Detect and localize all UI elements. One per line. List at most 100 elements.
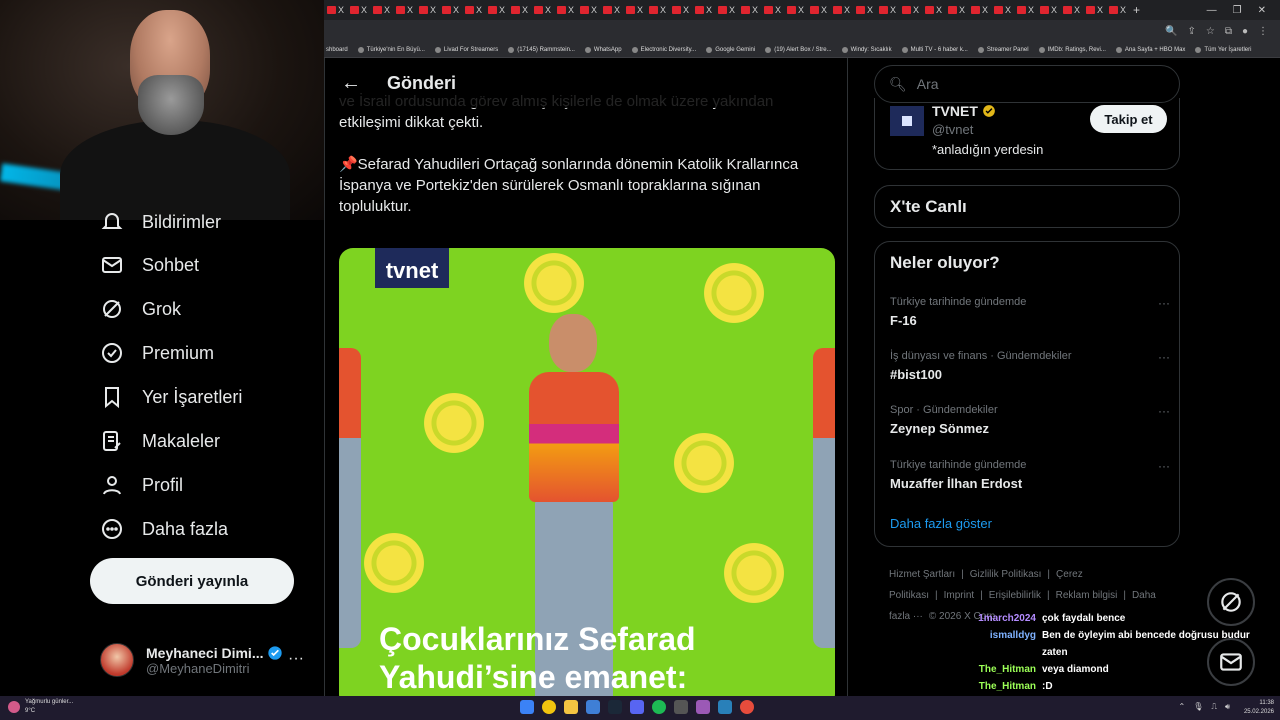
taskbar-clock[interactable]: 11:38 25.02.2026	[1244, 699, 1274, 717]
nav-item-profile[interactable]: Profil	[100, 473, 183, 497]
trend-more-icon[interactable]: ···	[1158, 459, 1170, 473]
browser-tab[interactable]: X	[623, 3, 646, 17]
bookmark-item[interactable]: Tüm Yer İşaretleri	[1195, 46, 1251, 53]
browser-tab[interactable]: X	[324, 3, 347, 17]
close-tab-icon[interactable]: X	[1005, 5, 1011, 15]
bookmark-item[interactable]: Ana Sayfa + HBO Max	[1115, 46, 1185, 53]
account-more-icon[interactable]: ···	[288, 650, 304, 668]
close-window-icon[interactable]: ✕	[1258, 5, 1266, 16]
close-tab-icon[interactable]: X	[338, 5, 344, 15]
close-tab-icon[interactable]: X	[660, 5, 666, 15]
show-more-link[interactable]: Daha fazla göster	[890, 516, 992, 531]
close-tab-icon[interactable]: X	[821, 5, 827, 15]
close-tab-icon[interactable]: X	[453, 5, 459, 15]
zoom-icon[interactable]: 🔍	[1165, 26, 1177, 37]
trend-item[interactable]: İş dünyası ve finans · Gündemdekiler #bi…	[890, 350, 1170, 382]
footer-link[interactable]: Gizlilik Politikası	[970, 569, 1042, 580]
trend-item[interactable]: Türkiye tarihinde gündemde Muzaffer İlha…	[890, 459, 1170, 491]
store-icon[interactable]	[586, 700, 600, 714]
footer-link[interactable]: Reklam bilgisi	[1056, 590, 1118, 601]
extensions-icon[interactable]: ⧉	[1225, 26, 1232, 37]
nav-item-grok[interactable]: Grok	[100, 297, 181, 321]
tvnet-avatar[interactable]	[890, 106, 924, 136]
close-tab-icon[interactable]: X	[798, 5, 804, 15]
trend-more-icon[interactable]: ···	[1158, 404, 1170, 418]
browser-tab[interactable]: X	[531, 3, 554, 17]
close-tab-icon[interactable]: X	[384, 5, 390, 15]
bookmark-item[interactable]: WhatsApp	[584, 46, 622, 53]
browser-tab[interactable]: X	[922, 3, 945, 17]
close-tab-icon[interactable]: X	[1051, 5, 1057, 15]
browser-tab[interactable]: X	[853, 3, 876, 17]
spotify-icon[interactable]	[652, 700, 666, 714]
browser-tab[interactable]: X	[554, 3, 577, 17]
close-tab-icon[interactable]: X	[683, 5, 689, 15]
nav-item-chat[interactable]: Sohbet	[100, 253, 199, 277]
browser-tab[interactable]: X	[577, 3, 600, 17]
start-icon[interactable]	[520, 700, 534, 714]
post-media-video[interactable]: tvnet Çocuklarınız Sefarad Yahudi’sine e…	[339, 248, 835, 696]
trend-item[interactable]: Spor · Gündemdekiler Zeynep Sönmez ···	[890, 404, 1170, 436]
close-tab-icon[interactable]: X	[499, 5, 505, 15]
post-button[interactable]: Gönderi yayınla	[90, 558, 294, 604]
close-tab-icon[interactable]: X	[522, 5, 528, 15]
trend-more-icon[interactable]: ···	[1158, 296, 1170, 310]
volume-icon[interactable]: 🔊︎	[1225, 702, 1230, 712]
browser-tab[interactable]: X	[416, 3, 439, 17]
live-on-x-card[interactable]: X'te Canlı	[874, 185, 1180, 228]
obs-icon[interactable]	[696, 700, 710, 714]
account-switcher[interactable]: Meyhaneci Dimi... @MeyhaneDimitri ···	[100, 638, 310, 682]
browser-tab[interactable]: X	[876, 3, 899, 17]
minimize-icon[interactable]: —	[1207, 5, 1217, 16]
close-tab-icon[interactable]: X	[476, 5, 482, 15]
browser-tab[interactable]: X	[1083, 3, 1106, 17]
network-icon[interactable]: ⎍	[1211, 702, 1217, 712]
mic-icon[interactable]: 🎙︎	[1193, 702, 1203, 712]
trend-item[interactable]: Türkiye tarihinde gündemde F-16 ···	[890, 296, 1170, 328]
bookmark-item[interactable]: IMDb: Ratings, Revi...	[1038, 46, 1106, 53]
share-icon[interactable]: ⇪	[1187, 26, 1195, 37]
bookmark-item[interactable]: Google Gemini	[706, 46, 755, 53]
trend-more-icon[interactable]: ···	[1158, 350, 1170, 364]
file-explorer-icon[interactable]	[564, 700, 578, 714]
follow-button[interactable]: Takip et	[1090, 105, 1167, 133]
footer-link[interactable]: Erişilebilirlik	[989, 590, 1041, 601]
calculator-icon[interactable]	[674, 700, 688, 714]
browser-tab[interactable]: X	[600, 3, 623, 17]
bookmark-item[interactable]: shboard	[326, 47, 348, 53]
discord-icon[interactable]	[630, 700, 644, 714]
browser-tab[interactable]: X	[830, 3, 853, 17]
browser-tab[interactable]: X	[1037, 3, 1060, 17]
browser-tab[interactable]: X	[807, 3, 830, 17]
browser-tab[interactable]: X	[991, 3, 1014, 17]
star-icon[interactable]: ☆	[1206, 26, 1215, 37]
close-tab-icon[interactable]: X	[890, 5, 896, 15]
close-tab-icon[interactable]: X	[637, 5, 643, 15]
browser-tab[interactable]: X	[968, 3, 991, 17]
steam-icon[interactable]	[608, 700, 622, 714]
browser-tab[interactable]: X	[508, 3, 531, 17]
nav-item-more[interactable]: Daha fazla	[100, 517, 228, 541]
close-tab-icon[interactable]: X	[407, 5, 413, 15]
bookmark-item[interactable]: Multi TV - 6 haber k...	[901, 46, 968, 53]
bookmark-item[interactable]: (17145) Rammstein...	[508, 46, 575, 53]
browser-tab[interactable]: X	[715, 3, 738, 17]
browser-tab[interactable]: X	[1106, 3, 1129, 17]
close-tab-icon[interactable]: X	[591, 5, 597, 15]
browser-tab[interactable]: X	[1060, 3, 1083, 17]
close-tab-icon[interactable]: X	[361, 5, 367, 15]
browser-tab[interactable]: X	[439, 3, 462, 17]
browser-tab[interactable]: X	[945, 3, 968, 17]
close-tab-icon[interactable]: X	[867, 5, 873, 15]
bookmark-item[interactable]: Streamer Panel	[977, 46, 1029, 53]
close-tab-icon[interactable]: X	[706, 5, 712, 15]
chevron-up-icon[interactable]: ⌃	[1178, 702, 1185, 712]
footer-link[interactable]: Hizmet Şartları	[889, 569, 955, 580]
close-tab-icon[interactable]: X	[982, 5, 988, 15]
bookmark-item[interactable]: Türkiye'nin En Büyü...	[357, 46, 425, 53]
close-tab-icon[interactable]: X	[430, 5, 436, 15]
bookmark-item[interactable]: (19) Alert Box / Stre...	[765, 46, 832, 53]
browser-tab[interactable]: X	[1014, 3, 1037, 17]
menu-icon[interactable]: ⋮	[1258, 26, 1268, 37]
close-tab-icon[interactable]: X	[775, 5, 781, 15]
